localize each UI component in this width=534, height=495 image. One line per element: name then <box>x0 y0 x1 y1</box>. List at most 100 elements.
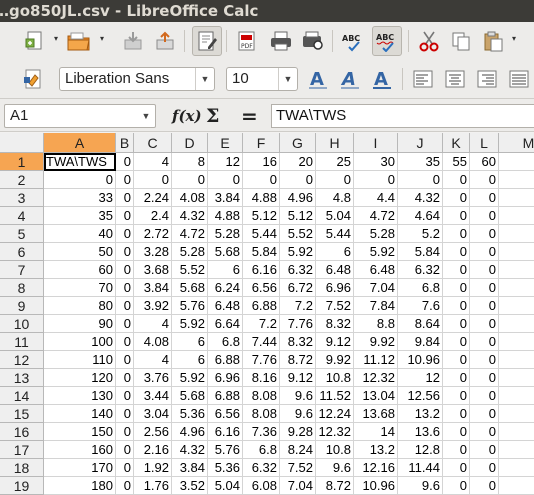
table-cell[interactable]: 5.92 <box>172 315 208 333</box>
edit-mode-icon[interactable] <box>192 26 222 56</box>
table-cell[interactable]: 0 <box>470 333 499 351</box>
column-header-c[interactable]: C <box>134 133 172 153</box>
table-cell[interactable]: 0 <box>443 423 470 441</box>
table-cell[interactable]: 8.64 <box>398 315 443 333</box>
table-cell[interactable]: 5.52 <box>280 225 316 243</box>
table-cell[interactable]: 5.36 <box>172 405 208 423</box>
formula-icon[interactable]: = <box>241 105 258 127</box>
table-cell[interactable]: 0 <box>443 369 470 387</box>
table-cell[interactable]: 0 <box>470 261 499 279</box>
table-cell[interactable]: 7.6 <box>398 297 443 315</box>
table-cell[interactable]: 4.88 <box>208 207 243 225</box>
table-cell[interactable]: 0 <box>116 405 134 423</box>
table-cell[interactable]: 0 <box>116 279 134 297</box>
row-header[interactable]: 11 <box>0 333 44 351</box>
table-cell[interactable]: 70 <box>44 279 116 297</box>
table-cell[interactable]: 2.72 <box>134 225 172 243</box>
table-cell[interactable]: 7.84 <box>354 297 398 315</box>
table-cell[interactable]: 0 <box>443 333 470 351</box>
table-cell[interactable]: 0 <box>470 477 499 495</box>
table-cell[interactable]: 9.6 <box>316 459 354 477</box>
table-cell[interactable]: 6.56 <box>243 279 280 297</box>
table-cell[interactable]: 4.64 <box>398 207 443 225</box>
table-cell[interactable]: 7.52 <box>280 459 316 477</box>
table-cell[interactable]: 110 <box>44 351 116 369</box>
table-cell[interactable]: 0 <box>243 171 280 189</box>
table-cell[interactable]: 5.36 <box>208 459 243 477</box>
table-cell[interactable]: 0 <box>470 369 499 387</box>
table-cell[interactable]: 0 <box>280 171 316 189</box>
table-cell[interactable]: 5.04 <box>316 207 354 225</box>
table-cell[interactable]: 0 <box>116 441 134 459</box>
table-cell[interactable]: 0 <box>470 189 499 207</box>
table-cell[interactable]: 2.24 <box>134 189 172 207</box>
export-pdf-icon[interactable]: PDF <box>234 28 260 54</box>
table-cell[interactable]: 4.8 <box>316 189 354 207</box>
table-cell[interactable]: 5.92 <box>354 243 398 261</box>
table-cell[interactable]: 0 <box>116 351 134 369</box>
column-header-m[interactable]: M <box>499 133 534 153</box>
row-header[interactable]: 6 <box>0 243 44 261</box>
table-cell[interactable]: 0 <box>470 225 499 243</box>
table-cell[interactable]: 7.76 <box>243 351 280 369</box>
table-cell[interactable]: 4.72 <box>354 207 398 225</box>
table-cell[interactable]: 0 <box>116 333 134 351</box>
table-cell[interactable]: 9.92 <box>354 333 398 351</box>
name-box[interactable]: A1 ▼ <box>4 104 156 128</box>
table-cell[interactable]: 0 <box>116 243 134 261</box>
table-cell[interactable]: 50 <box>44 243 116 261</box>
table-cell[interactable]: 0 <box>443 189 470 207</box>
autospell-icon[interactable]: ABC <box>372 26 402 56</box>
table-cell[interactable]: 6.64 <box>208 315 243 333</box>
font-name-combo[interactable]: Liberation Sans ▼ <box>59 67 215 91</box>
table-cell[interactable]: 4.32 <box>398 189 443 207</box>
table-cell[interactable]: 13.2 <box>398 405 443 423</box>
table-cell[interactable]: 6.32 <box>280 261 316 279</box>
styles-icon[interactable] <box>20 66 46 92</box>
bold-icon[interactable]: A <box>305 66 331 92</box>
table-cell[interactable]: 8.16 <box>243 369 280 387</box>
table-cell[interactable]: 0 <box>116 207 134 225</box>
print-preview-icon[interactable] <box>300 28 326 54</box>
align-left-icon[interactable] <box>410 66 436 92</box>
table-cell[interactable]: 6.24 <box>208 279 243 297</box>
table-cell[interactable]: 3.92 <box>134 297 172 315</box>
table-cell[interactable]: 90 <box>44 315 116 333</box>
table-cell[interactable] <box>499 369 534 387</box>
table-cell[interactable]: 0 <box>398 171 443 189</box>
table-cell[interactable] <box>499 441 534 459</box>
table-cell[interactable] <box>499 189 534 207</box>
table-cell[interactable]: 0 <box>44 171 116 189</box>
table-cell[interactable]: 5.76 <box>172 297 208 315</box>
table-cell[interactable]: 6 <box>316 243 354 261</box>
table-cell[interactable]: 12.16 <box>354 459 398 477</box>
new-dropdown-icon[interactable]: ▾ <box>54 35 62 43</box>
row-header[interactable]: 16 <box>0 423 44 441</box>
table-cell[interactable]: 13.6 <box>398 423 443 441</box>
table-cell[interactable]: 5.84 <box>243 243 280 261</box>
table-cell[interactable]: 0 <box>470 405 499 423</box>
row-header[interactable]: 13 <box>0 369 44 387</box>
table-cell[interactable] <box>499 279 534 297</box>
chevron-down-icon[interactable]: ▼ <box>195 68 214 90</box>
table-cell[interactable]: 35 <box>44 207 116 225</box>
table-cell[interactable]: 55 <box>443 153 470 171</box>
column-header-k[interactable]: K <box>443 133 470 153</box>
table-cell[interactable]: 3.28 <box>134 243 172 261</box>
table-cell[interactable]: 6.56 <box>208 405 243 423</box>
table-cell[interactable] <box>499 423 534 441</box>
table-cell[interactable]: 0 <box>470 441 499 459</box>
table-cell[interactable]: 0 <box>470 315 499 333</box>
table-cell[interactable]: 6.8 <box>208 333 243 351</box>
table-cell[interactable]: 13.2 <box>354 441 398 459</box>
select-all-corner[interactable] <box>0 133 44 153</box>
row-header[interactable]: 12 <box>0 351 44 369</box>
table-cell[interactable]: 6.48 <box>354 261 398 279</box>
table-cell[interactable]: 0 <box>443 207 470 225</box>
table-cell[interactable]: 13.68 <box>354 405 398 423</box>
table-cell[interactable]: 0 <box>443 459 470 477</box>
table-cell[interactable]: 100 <box>44 333 116 351</box>
underline-icon[interactable]: A <box>369 66 395 92</box>
table-cell[interactable]: 9.6 <box>280 387 316 405</box>
table-cell[interactable]: 4.4 <box>354 189 398 207</box>
